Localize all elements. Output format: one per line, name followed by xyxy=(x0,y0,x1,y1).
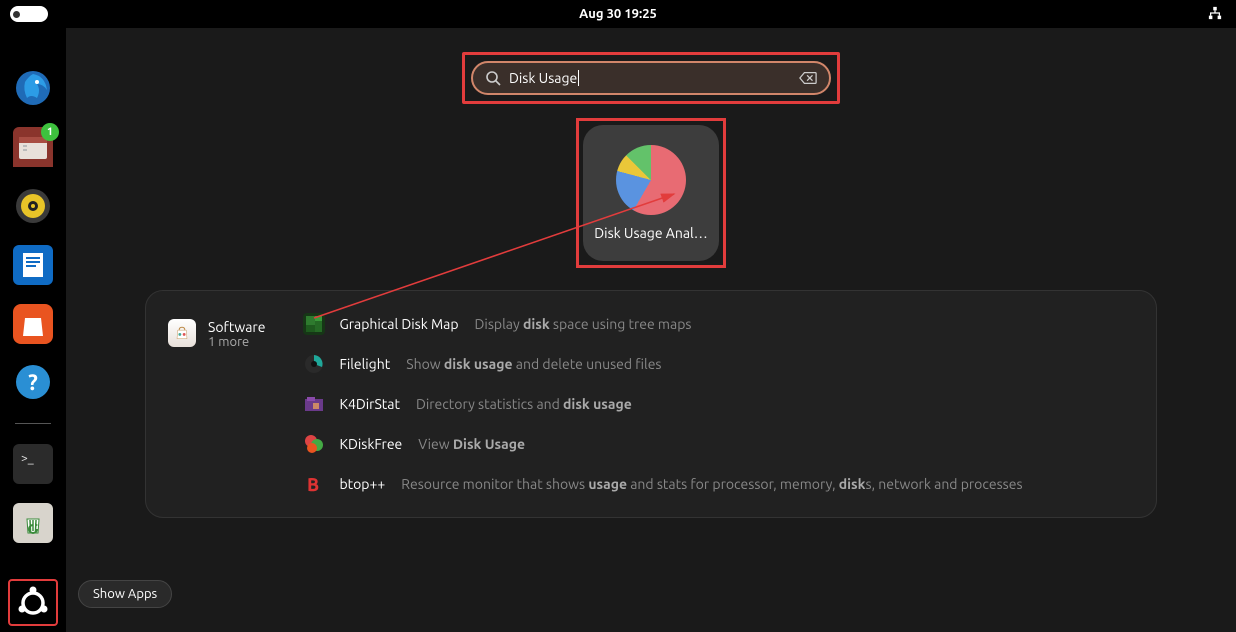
clear-search-icon[interactable] xyxy=(799,71,817,85)
dock-item-software[interactable] xyxy=(11,303,55,344)
files-badge: 1 xyxy=(41,123,59,141)
activities-indicator[interactable] xyxy=(10,6,48,22)
thunderbird-icon xyxy=(13,68,53,108)
terminal-icon: >_ xyxy=(13,444,53,484)
writer-icon xyxy=(13,245,53,285)
software-row-gdmap[interactable]: Graphical Disk Map Display disk space us… xyxy=(303,313,1134,335)
software-row-name: KDiskFree xyxy=(339,436,402,452)
dock-item-files[interactable]: 1 xyxy=(11,127,55,168)
k4dirstat-icon xyxy=(303,393,325,415)
app-result-label: Disk Usage Anal… xyxy=(594,225,707,241)
trash-icon xyxy=(13,503,53,543)
dock-divider xyxy=(15,423,51,424)
search-query-text: Disk Usage xyxy=(509,70,791,86)
ubuntu-icon xyxy=(13,583,53,623)
result-highlight-box: Disk Usage Anal… xyxy=(576,118,726,268)
gdmap-icon xyxy=(303,313,325,335)
software-subheading: 1 more xyxy=(208,335,265,349)
software-row-name: btop++ xyxy=(339,476,385,492)
shopping-bag-icon xyxy=(168,319,196,347)
software-results-panel: Software 1 more Graphical Disk Map Displ… xyxy=(145,290,1157,518)
software-row-desc: Display disk space using tree maps xyxy=(475,316,692,332)
software-row-desc: View Disk Usage xyxy=(418,436,525,452)
software-row-name: K4DirStat xyxy=(339,396,400,412)
dock-item-thunderbird[interactable] xyxy=(11,68,55,109)
software-heading: Software xyxy=(208,319,265,335)
svg-text:>_: >_ xyxy=(21,452,34,465)
shopping-bag-icon xyxy=(13,304,53,344)
software-row-kdiskfree[interactable]: KDiskFree View Disk Usage xyxy=(303,433,1134,455)
software-section-header[interactable]: Software 1 more xyxy=(168,313,265,495)
show-apps-tooltip: Show Apps xyxy=(78,580,172,608)
dock: 1 ? >_ xyxy=(0,28,66,632)
top-bar: Aug 30 19:25 xyxy=(0,0,1236,28)
search-input[interactable]: Disk Usage xyxy=(471,61,831,95)
software-row-name: Graphical Disk Map xyxy=(339,316,458,332)
kdiskfree-icon xyxy=(303,433,325,455)
show-applications-button[interactable] xyxy=(8,579,58,626)
software-row-filelight[interactable]: Filelight Show disk usage and delete unu… xyxy=(303,353,1134,375)
dock-item-rhythmbox[interactable] xyxy=(11,186,55,227)
software-row-k4dirstat[interactable]: K4DirStat Directory statistics and disk … xyxy=(303,393,1134,415)
btop-icon: B xyxy=(303,473,325,495)
dock-item-help[interactable]: ? xyxy=(11,362,55,403)
app-result-disk-usage-analyzer[interactable]: Disk Usage Anal… xyxy=(583,125,719,261)
pie-chart-icon xyxy=(616,145,686,215)
software-row-btop[interactable]: B btop++ Resource monitor that shows usa… xyxy=(303,473,1134,495)
search-icon xyxy=(485,70,501,86)
clock[interactable]: Aug 30 19:25 xyxy=(579,7,657,21)
software-row-name: Filelight xyxy=(339,356,390,372)
music-icon xyxy=(13,186,53,226)
help-icon: ? xyxy=(13,362,53,402)
software-row-desc: Show disk usage and delete unused files xyxy=(406,356,661,372)
search-highlight-box: Disk Usage xyxy=(462,52,840,104)
software-row-desc: Resource monitor that shows usage and st… xyxy=(401,476,1022,492)
software-row-desc: Directory statistics and disk usage xyxy=(416,396,632,412)
dock-item-terminal[interactable]: >_ xyxy=(11,444,55,485)
dock-item-writer[interactable] xyxy=(11,244,55,285)
svg-text:B: B xyxy=(307,475,319,495)
filelight-icon xyxy=(303,353,325,375)
dock-item-trash[interactable] xyxy=(11,503,55,544)
svg-text:?: ? xyxy=(28,370,38,395)
network-indicator[interactable] xyxy=(1208,6,1222,23)
activities-overview: Disk Usage Disk Usage Anal… Software 1 m… xyxy=(66,28,1236,632)
